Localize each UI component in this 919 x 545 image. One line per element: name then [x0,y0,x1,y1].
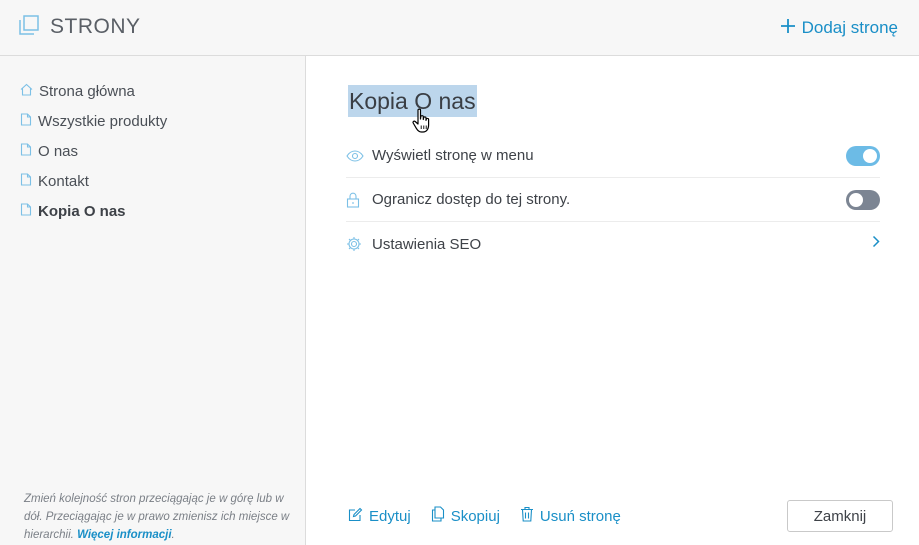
page-actions: Edytuj Skopiuj Usuń stronę [348,506,621,526]
reorder-hint: Zmień kolejność stron przeciągając je w … [24,490,294,544]
pages-icon [18,14,40,41]
page-icon [20,202,32,220]
seo-settings-row[interactable]: Ustawienia SEO [346,222,880,266]
header-title: STRONY [18,14,141,40]
page-icon [20,172,32,190]
copy-label: Skopiuj [450,507,500,525]
delete-page-label: Usuń stronę [539,507,621,525]
page-settings-panel: Kopia O nas Wyświetl stronę w menu Ogran… [306,56,919,545]
restrict-access-row[interactable]: Ogranicz dostęp do tej strony. [346,178,880,222]
copy-button[interactable]: Skopiuj [431,506,500,526]
header: STRONY Dodaj stronę [0,0,919,56]
add-page-button[interactable]: Dodaj stronę [780,14,898,42]
sidebar-item-label: Kontakt [38,172,89,190]
show-in-menu-row[interactable]: Wyświetl stronę w menu [346,134,880,178]
sidebar-item-label: Kopia O nas [38,202,126,220]
sidebar: Strona główna Wszystkie produkty O nas K… [0,56,306,545]
page-list: Strona główna Wszystkie produkty O nas K… [20,76,167,226]
home-icon [20,83,33,100]
close-button[interactable]: Zamknij [787,500,893,532]
page-icon [20,142,32,160]
delete-page-button[interactable]: Usuń stronę [520,506,621,526]
sidebar-item-contact[interactable]: Kontakt [20,166,167,196]
plus-icon [780,18,796,39]
toggle-knob [863,148,877,163]
page-icon [20,112,32,130]
toggle-knob [849,192,863,207]
sidebar-item-label: O nas [38,142,79,160]
chevron-right-icon [872,235,880,253]
copy-icon [431,506,445,526]
lock-icon [346,192,372,208]
settings-list: Wyświetl stronę w menu Ogranicz dostęp d… [346,134,880,266]
show-in-menu-toggle[interactable] [846,145,880,166]
gear-icon [346,236,372,252]
sidebar-item-label: Strona główna [39,82,135,100]
edit-icon [348,507,363,526]
hint-end: . [171,529,175,541]
sidebar-item-home[interactable]: Strona główna [20,76,167,106]
add-page-label: Dodaj stronę [801,18,898,37]
show-in-menu-label: Wyświetl stronę w menu [372,147,534,164]
edit-button[interactable]: Edytuj [348,506,411,526]
edit-label: Edytuj [369,507,411,525]
header-title-text: STRONY [50,15,141,38]
sidebar-item-about[interactable]: O nas [20,136,167,166]
restrict-access-label: Ogranicz dostęp do tej strony. [372,191,571,208]
eye-icon [346,149,372,162]
sidebar-item-all-products[interactable]: Wszystkie produkty [20,106,167,136]
restrict-access-toggle[interactable] [846,189,880,210]
sidebar-item-label: Wszystkie produkty [38,112,168,130]
trash-icon [520,506,534,526]
seo-settings-label: Ustawienia SEO [372,235,482,253]
sidebar-item-copy-about[interactable]: Kopia O nas [20,196,167,226]
more-info-link[interactable]: Więcej informacji [77,529,171,541]
